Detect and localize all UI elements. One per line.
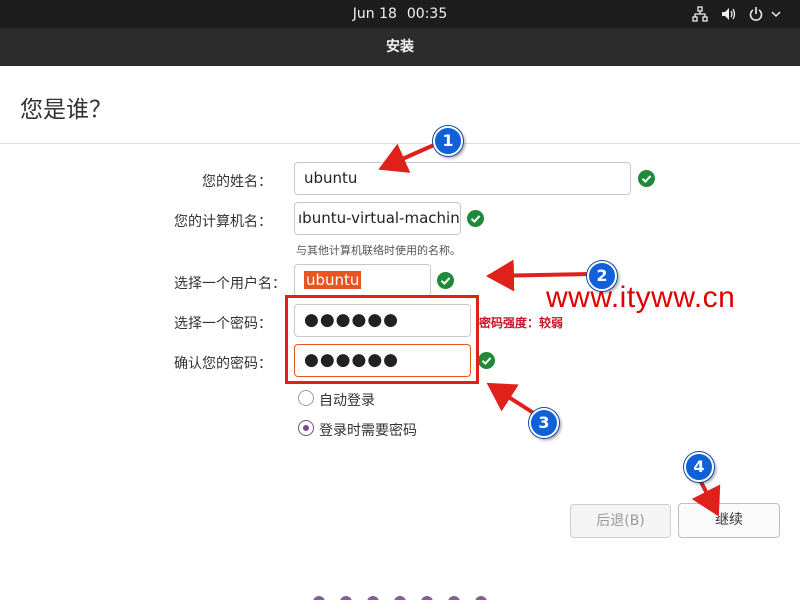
step-badge-1: 1 <box>433 126 463 156</box>
arrow-2 <box>486 259 592 292</box>
step-badge-3: 3 <box>529 408 559 438</box>
arrow-4 <box>691 478 721 517</box>
annotation-arrows <box>378 141 721 517</box>
arrow-1 <box>378 143 436 173</box>
arrow-3 <box>486 382 534 414</box>
step-badge-2: 2 <box>587 261 617 291</box>
step-badge-4: 4 <box>684 452 714 482</box>
